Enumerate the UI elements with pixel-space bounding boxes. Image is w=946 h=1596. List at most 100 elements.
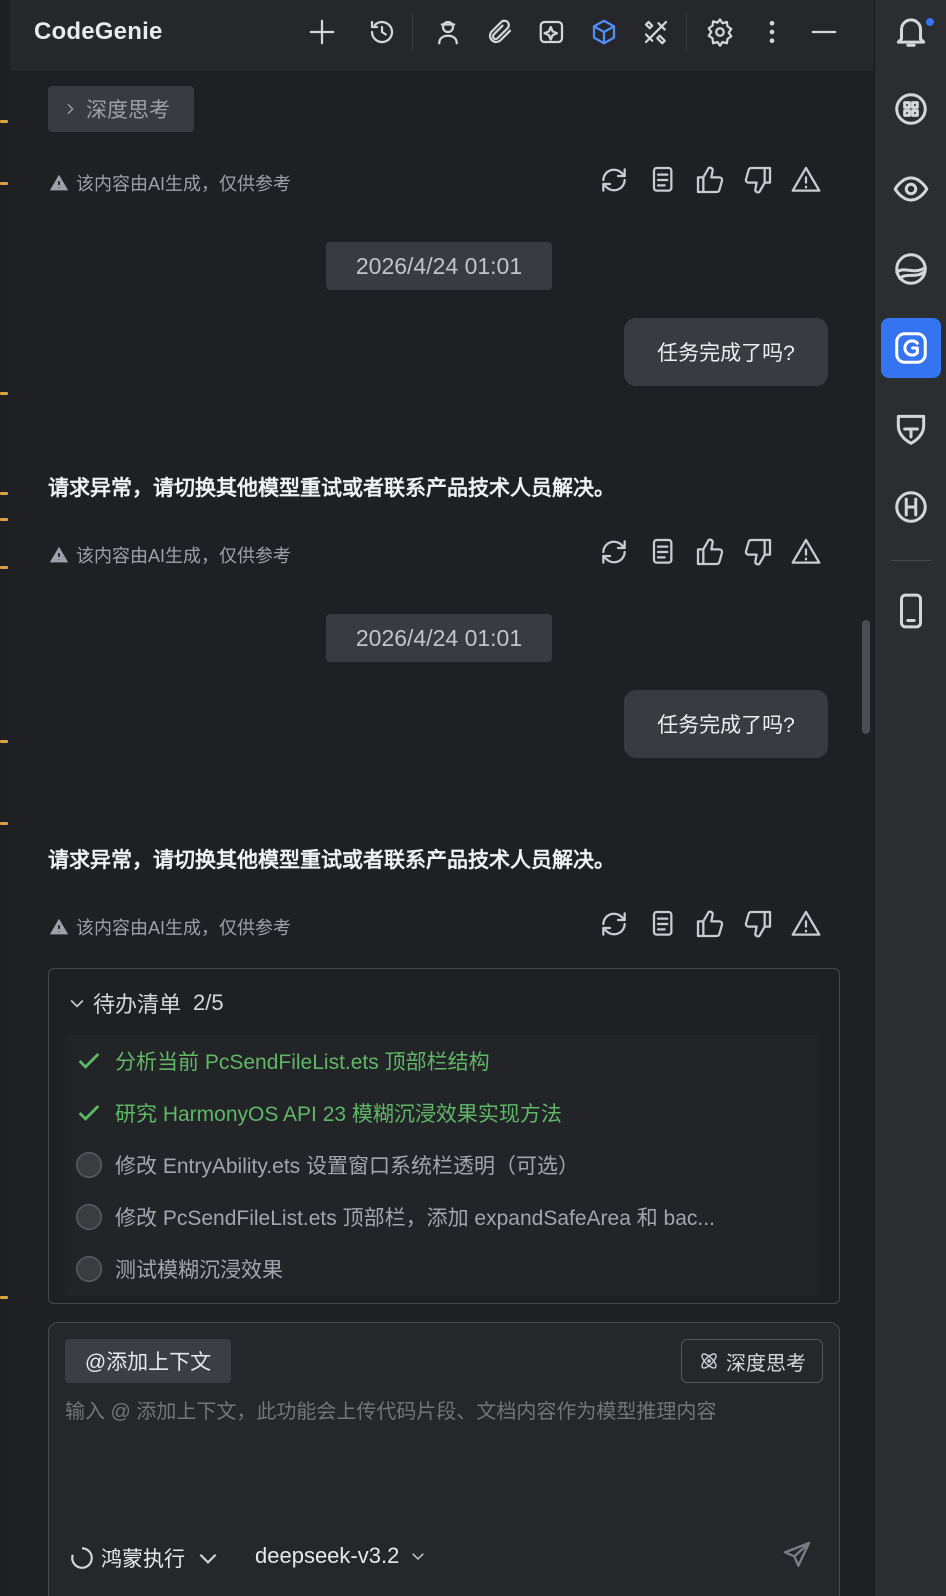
like-button[interactable] [692,906,728,942]
chevron-down-icon [70,999,84,1008]
regenerate-button[interactable] [596,906,632,942]
thumbs-up-icon [696,166,724,194]
model-selector[interactable]: deepseek-v3.2 [255,1543,427,1569]
plus-icon [309,19,335,45]
message-timestamp: 2026/4/24 01:01 [326,614,552,662]
gutter-mark [0,518,8,521]
mode-selector[interactable]: 鸿蒙执行 [69,1543,227,1573]
new-chat-button[interactable] [302,12,342,52]
codegenie-tool-button[interactable] [881,318,941,378]
chat-composer: @添加上下文 深度思考 鸿蒙执行 deepseek-v3.2 [48,1322,840,1596]
thumbs-down-icon [744,166,772,194]
report-button[interactable] [788,906,824,942]
gutter-mark [0,1296,8,1299]
circle-icon [75,1203,103,1231]
rail-divider [891,560,931,561]
agent-button[interactable] [428,12,468,52]
warning-icon [49,546,69,563]
gutter-mark [0,492,8,495]
cube-button[interactable] [584,12,624,52]
thumbs-down-icon [744,538,772,566]
notifications-button[interactable] [886,6,936,56]
send-button[interactable] [781,1539,817,1575]
dislike-button[interactable] [740,906,776,942]
user-message-bubble: 任务完成了吗? [624,690,828,758]
deep-thinking-toggle[interactable]: 深度思考 [48,86,194,132]
minimize-button[interactable] [804,12,844,52]
phone-icon [899,593,923,629]
harmony-h-icon [895,491,927,523]
settings-button[interactable] [700,12,740,52]
globe-icon [895,253,927,285]
like-button[interactable] [692,534,728,570]
send-icon [783,1541,811,1567]
chat-input[interactable] [65,1401,825,1424]
gutter-mark [0,120,8,123]
todo-header-toggle[interactable]: 待办清单 2/5 [67,987,224,1019]
notification-dot [924,16,936,28]
check-icon [78,1053,100,1069]
refresh-icon [602,912,626,936]
dislike-button[interactable] [740,162,776,198]
warning-icon [49,918,69,935]
tools-button[interactable] [636,12,676,52]
tool-rail [874,0,946,1596]
add-context-button[interactable]: @添加上下文 [65,1339,231,1383]
regenerate-button[interactable] [596,162,632,198]
warning-icon [49,174,69,191]
todo-item[interactable]: 修改 PcSendFileList.ets 顶部栏，添加 expandSafeA… [65,1191,817,1243]
tools-icon [644,20,668,45]
user-message-bubble: 任务完成了吗? [624,318,828,386]
sparkle-button[interactable] [532,12,572,52]
codegenie-panel: CodeGenie 深度思考 该内容由AI生成，仅供参考 2026/4/24 0… [10,0,874,1596]
copy-button[interactable] [644,162,680,198]
thumbs-down-icon [744,910,772,938]
gutter-mark [0,740,8,743]
codegenie-g-icon [895,332,927,364]
todo-item[interactable]: 测试模糊沉浸效果 [65,1243,817,1295]
copy-icon [652,166,673,192]
history-button[interactable] [362,12,402,52]
alert-triangle-icon [791,910,821,936]
editor-gutter-strip [0,0,10,1596]
shield-icon [896,414,926,445]
deep-thinking-button[interactable]: 深度思考 [681,1339,823,1383]
attach-icon [488,19,512,44]
robot-tool-button[interactable] [886,84,936,134]
chevron-down-icon [412,1553,425,1561]
brand-title: CodeGenie [34,18,163,45]
security-tool-button[interactable] [886,404,936,454]
alert-triangle-icon [791,538,821,564]
gutter-mark [0,566,8,569]
todo-item[interactable]: 修改 EntryAbility.ets 设置窗口系统栏透明（可选） [65,1139,817,1191]
web-tool-button[interactable] [886,244,936,294]
regenerate-button[interactable] [596,534,632,570]
like-button[interactable] [692,162,728,198]
history-icon [370,20,394,44]
thumbs-up-icon [696,538,724,566]
attach-button[interactable] [480,12,520,52]
eye-icon [893,176,929,202]
message-timestamp: 2026/4/24 01:01 [326,242,552,290]
thumbs-up-icon [696,910,724,938]
more-button[interactable] [752,12,792,52]
message-actions [596,162,824,198]
copy-button[interactable] [644,534,680,570]
gutter-mark [0,182,8,185]
todo-item[interactable]: 研究 HarmonyOS API 23 模糊沉浸效果实现方法 [65,1087,817,1139]
todo-title: 待办清单 [93,992,182,1017]
deep-thinking-label: 深度思考 [86,99,170,122]
chevron-right-icon [67,103,74,115]
copy-button[interactable] [644,906,680,942]
report-button[interactable] [788,162,824,198]
chat-scrollbar[interactable] [862,620,870,734]
device-tool-button[interactable] [886,586,936,636]
harmony-tool-button[interactable] [886,482,936,532]
todo-panel: 待办清单 2/5 分析当前 PcSendFileList.ets 顶部栏结构 研… [48,968,840,1304]
report-button[interactable] [788,534,824,570]
minimize-icon [811,30,837,34]
todo-item[interactable]: 分析当前 PcSendFileList.ets 顶部栏结构 [65,1035,817,1087]
preview-tool-button[interactable] [886,164,936,214]
refresh-icon [602,168,626,192]
dislike-button[interactable] [740,534,776,570]
